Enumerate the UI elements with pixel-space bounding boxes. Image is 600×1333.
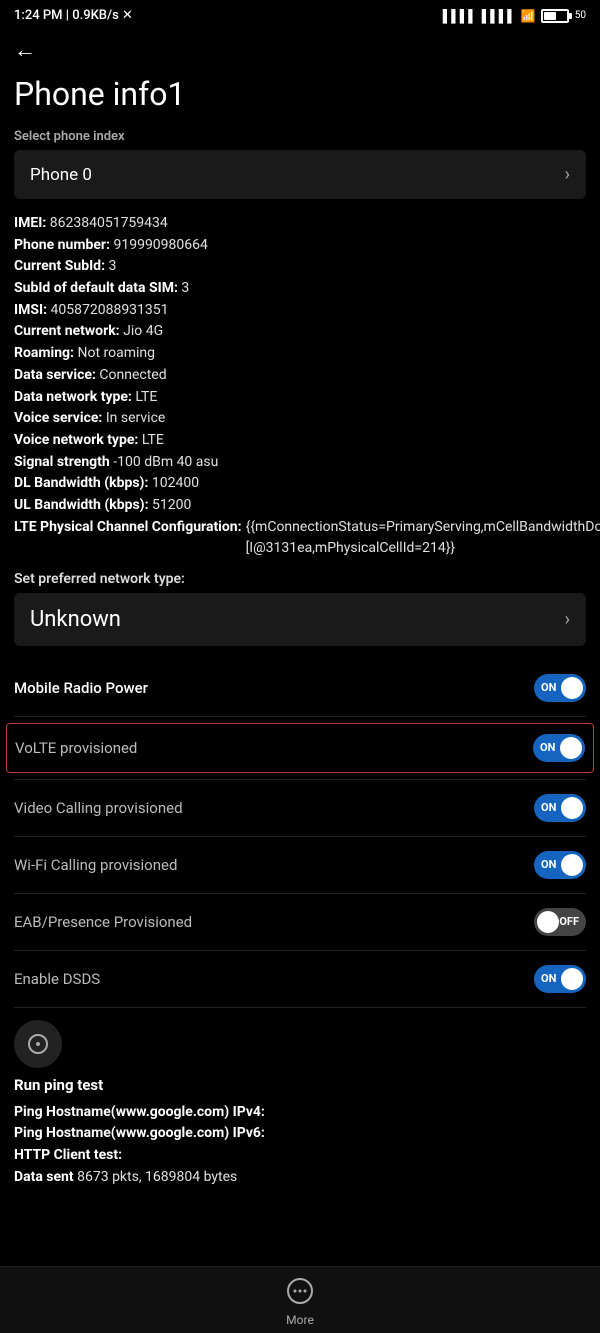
lte-row: LTE Physical Channel Configuration: {{mC…: [14, 517, 586, 559]
status-time: 1:24 PM | 0.9KB/s ✕: [14, 8, 133, 23]
video-calling-row: Video Calling provisioned ON: [14, 780, 586, 837]
info-block: IMEI: 862384051759434 Phone number: 9199…: [14, 213, 586, 559]
page-title: Phone info1: [14, 75, 586, 113]
lte-label: LTE Physical Channel Configuration:: [14, 517, 242, 538]
more-circle-icon: [286, 1277, 314, 1305]
battery-label: 50: [575, 10, 586, 21]
chevron-right-icon2: ›: [565, 609, 570, 630]
status-icons: ▌▌▌▌ ▌▌▌▌ 📶 50: [443, 9, 586, 23]
current-network-row: Current network: Jio 4G: [14, 321, 586, 343]
back-button[interactable]: ←: [14, 37, 36, 63]
ping-icon: [26, 1032, 50, 1056]
enable-dsds-row: Enable DSDS ON: [14, 951, 586, 1008]
voice-network-type-row: Voice network type: LTE: [14, 430, 586, 452]
status-bar: 1:24 PM | 0.9KB/s ✕ ▌▌▌▌ ▌▌▌▌ 📶 50: [0, 0, 600, 27]
data-service-row: Data service: Connected: [14, 365, 586, 387]
toggle-knob2: [560, 737, 582, 759]
toggle-knob4: [561, 854, 583, 876]
more-nav-label: More: [286, 1313, 314, 1327]
toggle-knob6: [561, 968, 583, 990]
toggle-knob: [561, 677, 583, 699]
phone-selector-label: Select phone index: [14, 129, 586, 144]
network-type-label: Set preferred network type:: [14, 571, 586, 587]
enable-dsds-label: Enable DSDS: [14, 970, 100, 988]
wifi-calling-toggle[interactable]: ON: [534, 851, 586, 879]
signal2-icon: ▌▌▌▌: [482, 9, 516, 23]
signal-icon: ▌▌▌▌: [443, 9, 477, 23]
video-calling-label: Video Calling provisioned: [14, 799, 183, 817]
toggle-knob5: [537, 911, 559, 933]
volte-toggle-label: ON: [540, 741, 555, 754]
eab-presence-toggle[interactable]: OFF: [534, 908, 586, 936]
voice-service-row: Voice service: In service: [14, 408, 586, 430]
main-content: Select phone index Phone 0 › IMEI: 86238…: [0, 129, 600, 1268]
network-type-dropdown[interactable]: Unknown ›: [14, 593, 586, 646]
ping-title: Run ping test: [14, 1076, 586, 1094]
mobile-radio-power-label: Mobile Radio Power: [14, 679, 148, 697]
mobile-radio-power-toggle-label: ON: [541, 681, 556, 694]
data-network-type-row: Data network type: LTE: [14, 387, 586, 409]
data-sent-row: Data sent 8673 pkts, 1689804 bytes: [14, 1167, 586, 1189]
ul-bandwidth-row: UL Bandwidth (kbps): 51200: [14, 495, 586, 517]
eab-presence-row: EAB/Presence Provisioned OFF: [14, 894, 586, 951]
ping-ipv4-row: Ping Hostname(www.google.com) IPv4:: [14, 1102, 586, 1124]
mobile-radio-power-row: Mobile Radio Power ON: [14, 660, 586, 716]
eab-presence-label: EAB/Presence Provisioned: [14, 913, 192, 931]
volte-provisioned-row: VoLTE provisioned ON: [6, 723, 594, 773]
signal-strength-row: Signal strength -100 dBm 40 asu: [14, 452, 586, 474]
volte-provisioned-toggle[interactable]: ON: [533, 734, 585, 762]
video-calling-toggle-label: ON: [541, 801, 556, 814]
battery-icon: [541, 9, 569, 23]
header: ← Phone info1: [0, 27, 600, 113]
dl-bandwidth-row: DL Bandwidth (kbps): 102400: [14, 473, 586, 495]
phone-selector-dropdown[interactable]: Phone 0 ›: [14, 150, 586, 199]
toggle-knob3: [561, 797, 583, 819]
run-ping-button[interactable]: [14, 1020, 62, 1068]
lte-value: {{mConnectionStatus=PrimaryServing,mCell…: [246, 517, 600, 559]
wifi-calling-label: Wi-Fi Calling provisioned: [14, 856, 177, 874]
wifi-icon: 📶: [521, 9, 536, 23]
phone-selector-value: Phone 0: [30, 165, 92, 185]
roaming-row: Roaming: Not roaming: [14, 343, 586, 365]
mobile-radio-power-toggle[interactable]: ON: [534, 674, 586, 702]
eab-toggle-label: OFF: [559, 915, 579, 928]
ping-ipv6-row: Ping Hostname(www.google.com) IPv6:: [14, 1123, 586, 1145]
wifi-calling-row: Wi-Fi Calling provisioned ON: [14, 837, 586, 894]
imei-row: IMEI: 862384051759434: [14, 213, 586, 235]
volte-provisioned-label: VoLTE provisioned: [15, 739, 137, 757]
network-type-value: Unknown: [30, 607, 121, 632]
network-type-section: Set preferred network type: Unknown ›: [14, 571, 586, 646]
chevron-right-icon: ›: [565, 164, 570, 185]
phone-number-row: Phone number: 919990980664: [14, 235, 586, 257]
more-nav-item[interactable]: More: [286, 1277, 314, 1327]
imsi-row: IMSI: 405872088931351: [14, 300, 586, 322]
http-client-row: HTTP Client test:: [14, 1145, 586, 1167]
current-subid-row: Current SubId: 3: [14, 256, 586, 278]
ping-section: Run ping test Ping Hostname(www.google.c…: [14, 1020, 586, 1189]
bottom-nav: More: [0, 1266, 600, 1333]
enable-dsds-toggle[interactable]: ON: [534, 965, 586, 993]
more-icon: [286, 1277, 314, 1311]
wifi-calling-toggle-label: ON: [541, 858, 556, 871]
video-calling-toggle[interactable]: ON: [534, 794, 586, 822]
default-sim-row: SubId of default data SIM: 3: [14, 278, 586, 300]
dsds-toggle-label: ON: [541, 972, 556, 985]
